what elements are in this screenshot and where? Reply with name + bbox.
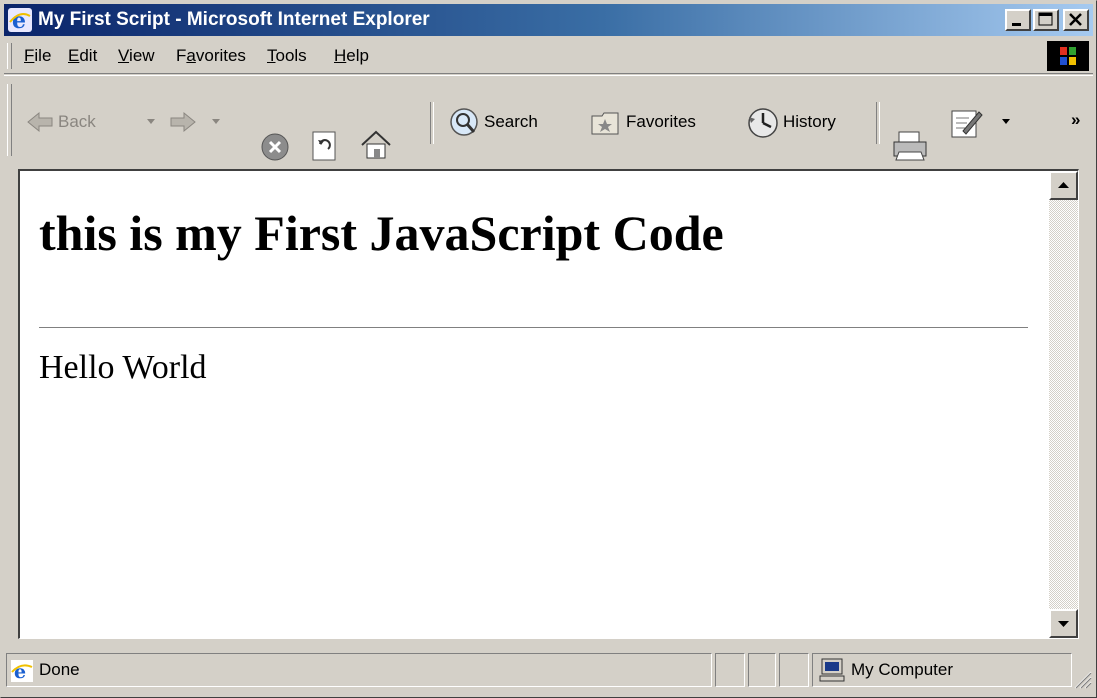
svg-text:e: e xyxy=(14,661,26,682)
toolbar-separator xyxy=(876,102,880,144)
standard-toolbar: Back Search Favorites History » xyxy=(4,75,1093,166)
title-bar[interactable]: e My First Script - Microsoft Internet E… xyxy=(4,4,1093,36)
status-bar: e Done My Computer xyxy=(4,651,1093,693)
menu-edit-accel: E xyxy=(68,46,80,65)
minimize-button[interactable] xyxy=(1005,9,1031,31)
status-panel-zone: My Computer xyxy=(812,653,1072,687)
svg-text:e: e xyxy=(12,8,26,32)
history-icon xyxy=(748,108,778,138)
page-heading: this is my First JavaScript Code xyxy=(39,205,724,261)
status-text: Done xyxy=(39,660,80,679)
history-label: History xyxy=(783,112,836,131)
menu-file-accel: F xyxy=(24,46,35,65)
history-button[interactable]: History xyxy=(745,102,863,144)
edit-dropdown-icon xyxy=(1002,119,1010,124)
toolbar-grip[interactable] xyxy=(7,84,12,156)
favorites-button[interactable]: Favorites xyxy=(590,102,726,144)
forward-button[interactable] xyxy=(169,102,231,144)
maximize-button[interactable] xyxy=(1033,9,1059,31)
page-body-text: Hello World xyxy=(39,349,207,386)
status-panel-secure xyxy=(748,653,776,687)
browser-window: e My First Script - Microsoft Internet E… xyxy=(0,0,1097,698)
forward-arrow-icon xyxy=(170,111,196,133)
arrow-up-icon xyxy=(1058,182,1069,188)
stop-icon[interactable] xyxy=(260,132,290,162)
close-icon xyxy=(1069,13,1082,26)
menu-edit[interactable]: Edit xyxy=(68,46,97,66)
status-panel-offline xyxy=(779,653,809,687)
print-icon[interactable] xyxy=(891,130,929,162)
refresh-icon[interactable] xyxy=(309,130,341,162)
windows-logo-icon xyxy=(1047,41,1089,71)
menu-help[interactable]: Help xyxy=(334,46,369,66)
back-arrow-icon xyxy=(27,111,53,133)
security-zone-text: My Computer xyxy=(851,660,954,679)
menu-bar: File Edit View Favorites Tools Help xyxy=(4,39,1093,74)
menu-file[interactable]: File xyxy=(24,46,51,66)
maximize-icon xyxy=(1038,12,1053,26)
toolbar-chevron-icon[interactable]: » xyxy=(1071,110,1080,130)
favorites-label: Favorites xyxy=(626,112,696,131)
back-button[interactable]: Back xyxy=(26,102,158,144)
back-dropdown-icon xyxy=(147,119,155,124)
menu-help-accel: H xyxy=(334,46,347,65)
menu-favorites[interactable]: Favorites xyxy=(176,46,246,66)
ie-page-icon: e xyxy=(11,660,33,682)
status-panel-main: e Done xyxy=(6,653,712,687)
status-panel-progress xyxy=(715,653,745,687)
page-viewport: this is my First JavaScript Code Hello W… xyxy=(18,169,1079,639)
close-button[interactable] xyxy=(1063,9,1089,31)
forward-dropdown-icon xyxy=(212,119,220,124)
resize-grip-icon[interactable] xyxy=(1072,669,1092,689)
search-icon xyxy=(450,108,478,136)
menu-view-accel: V xyxy=(118,46,130,65)
menu-favorites-accel: a xyxy=(186,46,196,65)
arrow-down-icon xyxy=(1058,621,1069,627)
back-label: Back xyxy=(58,112,96,131)
minimize-icon xyxy=(1012,23,1021,26)
scroll-down-button[interactable] xyxy=(1049,609,1078,638)
window-title: My First Script - Microsoft Internet Exp… xyxy=(38,9,430,30)
favorites-icon xyxy=(591,112,619,135)
horizontal-rule xyxy=(39,327,1028,329)
menu-tools[interactable]: Tools xyxy=(267,46,307,66)
menu-tools-accel: T xyxy=(267,46,276,65)
edit-button[interactable] xyxy=(949,102,1011,144)
search-button[interactable]: Search xyxy=(448,102,568,144)
edit-page-icon xyxy=(951,110,983,138)
home-icon[interactable] xyxy=(359,128,393,162)
ie-logo-icon: e xyxy=(8,8,32,32)
menu-view[interactable]: View xyxy=(118,46,155,66)
scroll-up-button[interactable] xyxy=(1049,171,1078,200)
vertical-scrollbar[interactable] xyxy=(1049,171,1078,638)
menubar-grip[interactable] xyxy=(7,43,12,69)
toolbar-separator xyxy=(430,102,434,144)
my-computer-icon xyxy=(819,658,845,682)
search-label: Search xyxy=(484,112,538,131)
